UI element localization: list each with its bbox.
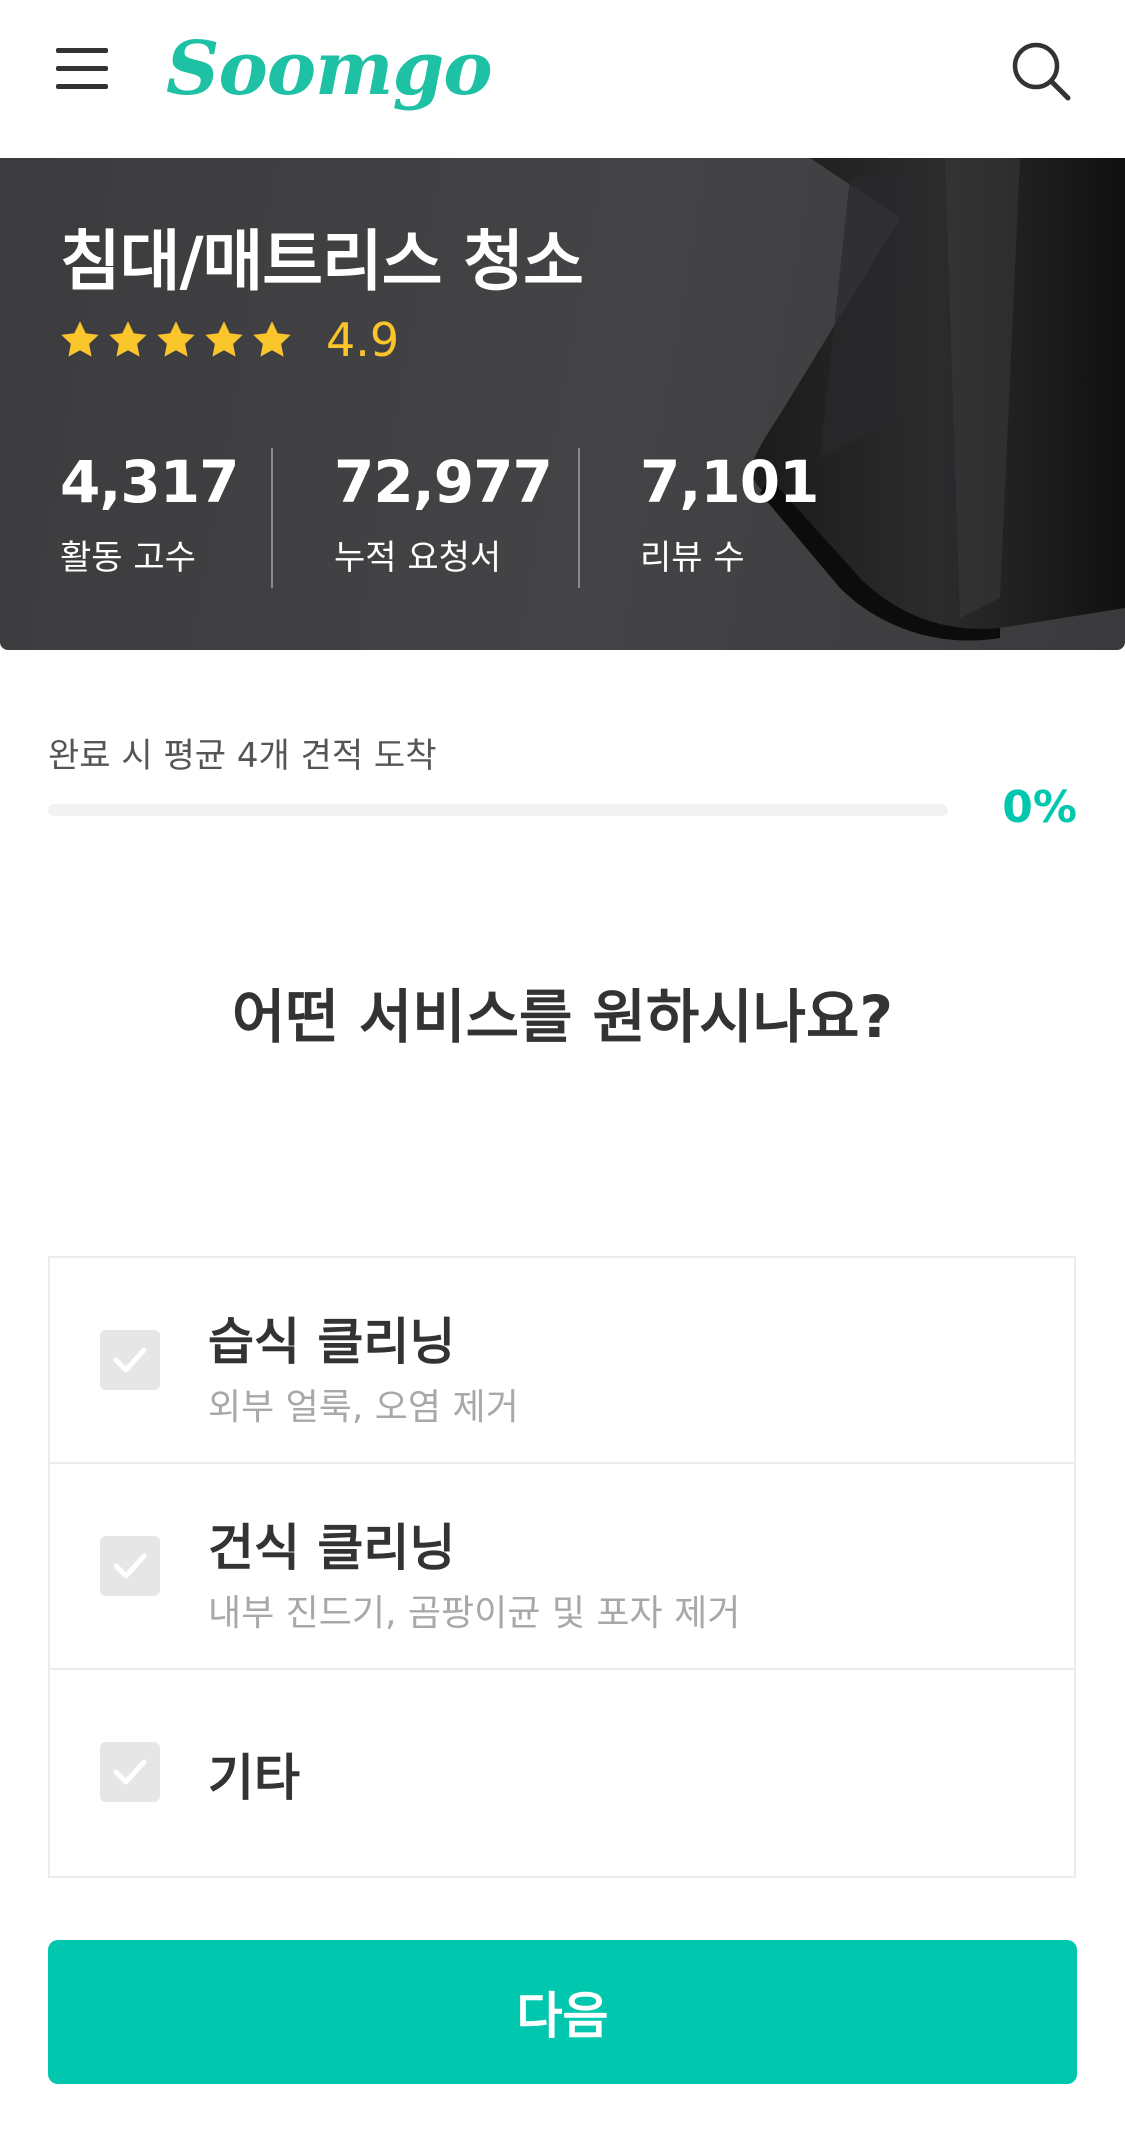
progress-percent: 0% [1002,782,1077,833]
progress-bar [48,804,948,816]
check-icon [113,1347,147,1373]
stat-review-count: 7,101 리뷰 수 [640,448,819,579]
rating-row: 4.9 [58,313,399,367]
check-icon [113,1759,147,1785]
checkbox[interactable] [100,1742,160,1802]
stat-value: 7,101 [640,448,819,516]
stat-active-pros: 4,317 활동 고수 [60,448,239,579]
option-subtitle: 외부 얼룩, 오염 제거 [208,1387,519,1428]
option-dry-cleaning[interactable]: 건식 클리닝 내부 진드기, 곰팡이균 및 포자 제거 [50,1464,1074,1670]
stat-value: 72,977 [334,448,553,516]
stat-label: 누적 요청서 [334,538,502,578]
checkbox[interactable] [100,1536,160,1596]
question-title: 어떤 서비스를 원하시나요? [232,983,893,1051]
stat-value: 4,317 [60,448,239,516]
search-icon[interactable] [1010,40,1072,102]
stats-row: 4,317 활동 고수 72,977 누적 요청서 7,101 리뷰 수 [0,448,1125,588]
star-icon [109,321,147,357]
stat-label: 활동 고수 [60,538,196,578]
stat-divider [578,448,580,588]
option-title: 습식 클리닝 [208,1313,456,1371]
stat-total-requests: 72,977 누적 요청서 [334,448,553,579]
stat-divider [271,448,273,588]
star-icon [253,321,291,357]
app-header: Soomgo [0,0,1125,158]
option-other[interactable]: 기타 [50,1670,1074,1876]
category-title: 침대/매트리스 청소 [60,223,584,300]
option-subtitle: 내부 진드기, 곰팡이균 및 포자 제거 [208,1593,741,1634]
progress-caption: 완료 시 평균 4개 견적 도착 [48,736,437,776]
hamburger-menu-icon[interactable] [56,46,110,92]
rating-value: 4.9 [326,313,400,367]
star-icon [205,321,243,357]
star-icon [61,321,99,357]
star-icon [157,321,195,357]
check-icon [113,1553,147,1579]
option-title: 건식 클리닝 [208,1519,456,1577]
next-button[interactable]: 다음 [48,1940,1077,2084]
checkbox[interactable] [100,1330,160,1390]
soomgo-logo[interactable]: Soomgo [166,26,493,112]
stat-label: 리뷰 수 [640,538,745,578]
option-title: 기타 [208,1749,300,1807]
service-options-list: 습식 클리닝 외부 얼룩, 오염 제거 건식 클리닝 내부 진드기, 곰팡이균 … [48,1256,1076,1878]
option-wet-cleaning[interactable]: 습식 클리닝 외부 얼룩, 오염 제거 [50,1258,1074,1464]
category-hero-banner: 침대/매트리스 청소 4.9 4,317 활동 고수 72,977 누적 요청서… [0,158,1125,650]
